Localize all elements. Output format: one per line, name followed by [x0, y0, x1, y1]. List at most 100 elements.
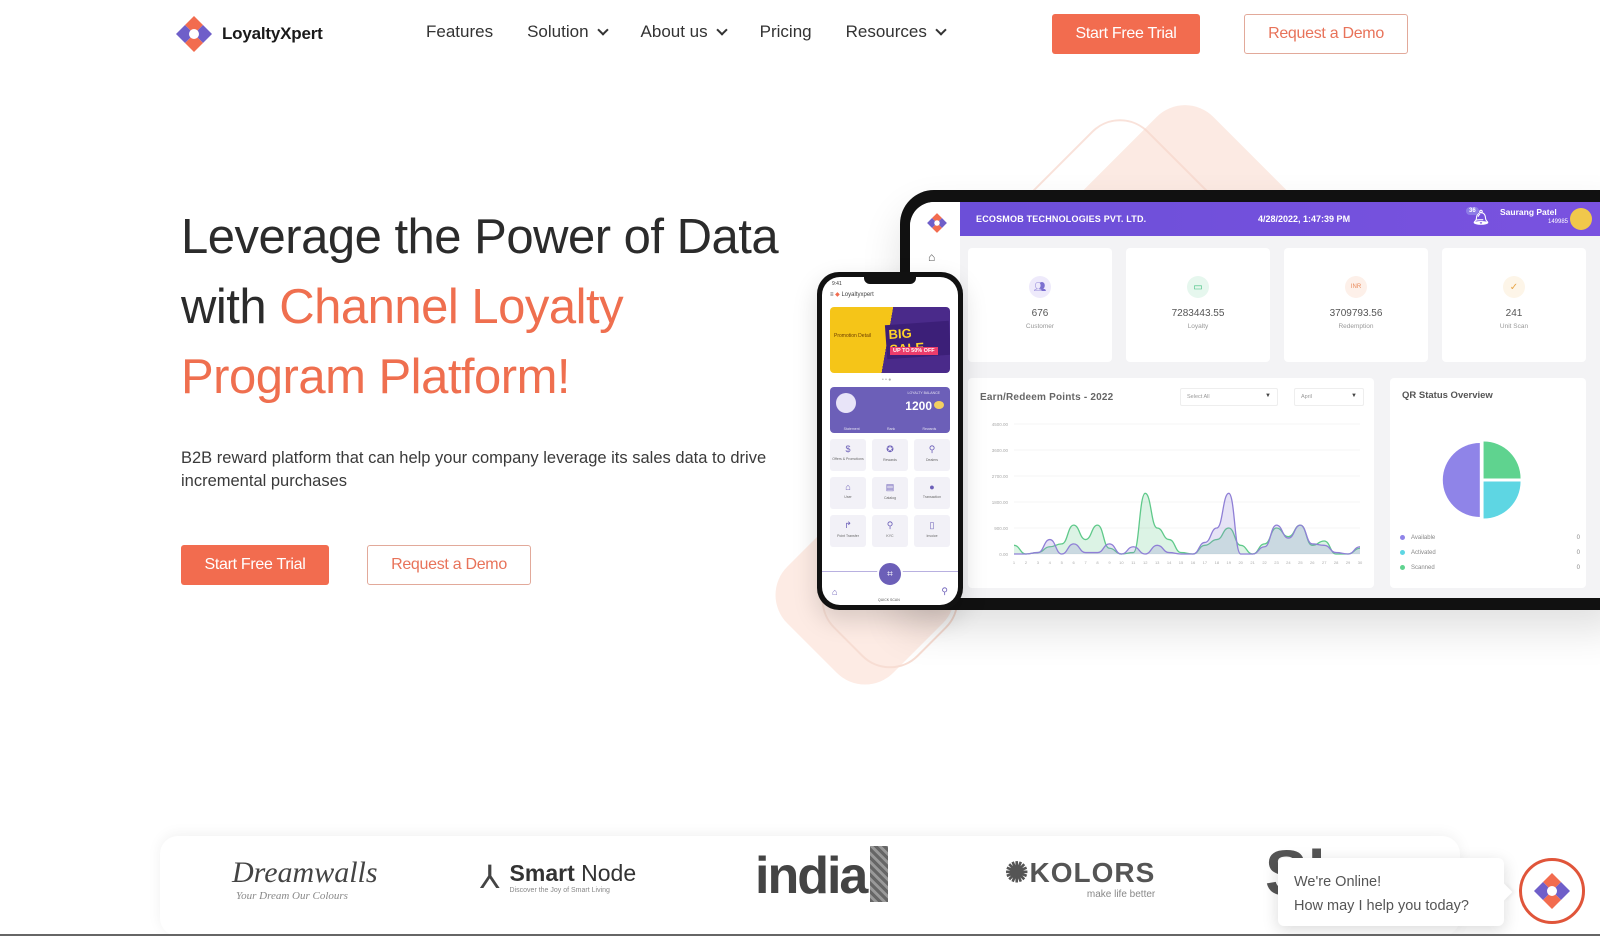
x-tick-label: 13: [1155, 560, 1160, 565]
partner-name: Dreamwalls: [232, 856, 378, 889]
scan-label: QUICK SCAN: [878, 598, 900, 602]
x-tick-label: 4: [1049, 560, 1052, 565]
users-icon: 👥︎: [1029, 276, 1051, 298]
legend-dot: [1400, 565, 1405, 570]
loyalty-value: 1200: [905, 399, 932, 413]
qr-scan-icon[interactable]: ⌗: [877, 561, 903, 587]
stat-label: Unit Scan: [1499, 323, 1529, 330]
chat-launcher-button[interactable]: [1519, 858, 1585, 924]
feature-tile[interactable]: $ Offers & Promotions: [830, 439, 866, 471]
x-tick-label: 23: [1274, 560, 1279, 565]
x-tick-label: 21: [1250, 560, 1255, 565]
tile-label: Offers & Promotions: [832, 457, 864, 461]
type-filter-select[interactable]: Select All ▼: [1180, 388, 1278, 406]
banner-text: Promotion Detail: [834, 333, 871, 339]
request-demo-button[interactable]: Request a Demo: [1244, 14, 1408, 54]
stat-card: INR 3709793.56 Redemption: [1284, 248, 1428, 362]
hero-start-free-trial-button[interactable]: Start Free Trial: [181, 545, 329, 585]
tab-rank[interactable]: Rank: [887, 427, 895, 431]
month-filter-select[interactable]: April ▼: [1294, 388, 1364, 406]
tile-label: Transaction: [922, 495, 942, 499]
feature-tile[interactable]: ● Transaction: [914, 477, 950, 509]
y-tick-label: 3600.00: [992, 448, 1009, 453]
x-tick-label: 30: [1358, 560, 1363, 565]
nav-about-us[interactable]: About us: [641, 22, 728, 42]
x-tick-label: 27: [1322, 560, 1327, 565]
partner-logo-india1: india: [755, 846, 889, 906]
x-tick-label: 29: [1346, 560, 1351, 565]
start-free-trial-button[interactable]: Start Free Trial: [1052, 14, 1200, 54]
qr-status-card: QR Status Overview Available 0 Activated 0 S…: [1390, 378, 1586, 588]
partner-logos-strip: Dreamwalls Your Dream Our Colours ⅄ Smar…: [160, 836, 1460, 936]
chevron-down-icon: [715, 23, 728, 36]
tab-statement[interactable]: Statement: [844, 427, 860, 431]
feature-tile[interactable]: ⌂ User: [830, 477, 866, 509]
nav-solution[interactable]: Solution: [527, 22, 609, 42]
qr-title: QR Status Overview: [1402, 390, 1493, 401]
dashboard-header: ECOSMOB TECHNOLOGIES PVT. LTD. 4/28/2022…: [960, 202, 1600, 236]
stat-value: 3709793.56: [1329, 308, 1383, 319]
stat-value: 676: [1031, 308, 1049, 319]
feature-tile[interactable]: ▯ Invoice: [914, 515, 950, 547]
phone-app-name: Loyaltyxpert: [841, 292, 874, 298]
money-icon: ▭: [1187, 276, 1209, 298]
legend-item: Available 0: [1400, 530, 1580, 545]
chat-line-1: We're Online!: [1294, 874, 1382, 890]
select-value: Select All: [1187, 394, 1210, 400]
site-logo[interactable]: LoyaltyXpert: [174, 14, 323, 54]
chevron-down-icon: [935, 23, 947, 36]
pie-slice-activated: [1483, 481, 1521, 519]
hero-title: Leverage the Power of Data with Channel …: [181, 202, 801, 412]
home-icon[interactable]: ⌂: [832, 587, 837, 597]
tile-icon: ✪: [886, 444, 894, 454]
partner-name: Smart Node: [510, 860, 637, 887]
avatar: [1570, 208, 1592, 230]
tile-label: KYC: [886, 534, 894, 538]
india1-mark: [870, 846, 889, 902]
tab-rewards[interactable]: Rewards: [923, 427, 937, 431]
x-tick-label: 18: [1215, 560, 1220, 565]
y-tick-label: 4500.00: [992, 422, 1009, 427]
feature-tile[interactable]: ⚲ Dealers: [914, 439, 950, 471]
pie-slice-available: [1442, 443, 1480, 517]
logo-icon: ◆: [835, 292, 840, 298]
feature-tile[interactable]: ✪ Rewards: [872, 439, 908, 471]
hero-request-demo-button[interactable]: Request a Demo: [367, 545, 531, 585]
x-tick-label: 24: [1286, 560, 1291, 565]
tablet-mockup: ⌂ ECOSMOB TECHNOLOGIES PVT. LTD. 4/28/20…: [900, 190, 1600, 610]
feature-tile[interactable]: ↱ Point Transfer: [830, 515, 866, 547]
nav-label: Features: [426, 22, 494, 41]
stat-value: 7283443.55: [1171, 308, 1225, 319]
partner-tagline: Your Dream Our Colours: [236, 890, 348, 902]
tile-icon: ⌂: [845, 482, 851, 492]
feature-tile[interactable]: ▤ Catalog: [872, 477, 908, 509]
chat-popup[interactable]: We're Online! How may I help you today?: [1278, 858, 1504, 926]
tile-icon: ▯: [929, 520, 935, 530]
nav-resources[interactable]: Resources: [846, 22, 947, 42]
hero-cta-group: Start Free Trial Request a Demo: [181, 545, 531, 585]
y-tick-label: 2700.00: [992, 474, 1009, 479]
y-tick-label: 0.00: [999, 552, 1008, 557]
stat-label: Loyalty: [1187, 323, 1209, 330]
caret-down-icon: ▼: [1351, 393, 1357, 399]
feature-tile[interactable]: ⚲ KYC: [872, 515, 908, 547]
tile-icon: $: [845, 444, 851, 454]
x-tick-label: 6: [1073, 560, 1076, 565]
nav-features[interactable]: Features: [426, 22, 493, 42]
partner-tagline: make life better: [1086, 889, 1156, 900]
x-tick-label: 9: [1108, 560, 1111, 565]
x-tick-label: 7: [1084, 560, 1087, 565]
landing-page: LoyaltyXpert Features Solution About us …: [0, 0, 1600, 936]
loyalty-balance-card: LOYALTY BALANCE 1200 Statement Rank Rewa…: [830, 387, 950, 433]
tile-icon: ⚲: [928, 444, 936, 454]
legend-dot: [1400, 535, 1405, 540]
check-icon: ✓: [1503, 276, 1525, 298]
brand-name: LoyaltyXpert: [222, 24, 323, 43]
nav-pricing[interactable]: Pricing: [760, 22, 812, 42]
qr-legend: Available 0 Activated 0 Scanned 0: [1400, 530, 1580, 575]
legend-count: 0: [1576, 534, 1580, 541]
legend-label: Available: [1411, 534, 1436, 541]
stat-label: Customer: [1025, 323, 1055, 330]
search-icon[interactable]: ⚲: [941, 586, 948, 597]
select-value: April: [1301, 394, 1313, 400]
